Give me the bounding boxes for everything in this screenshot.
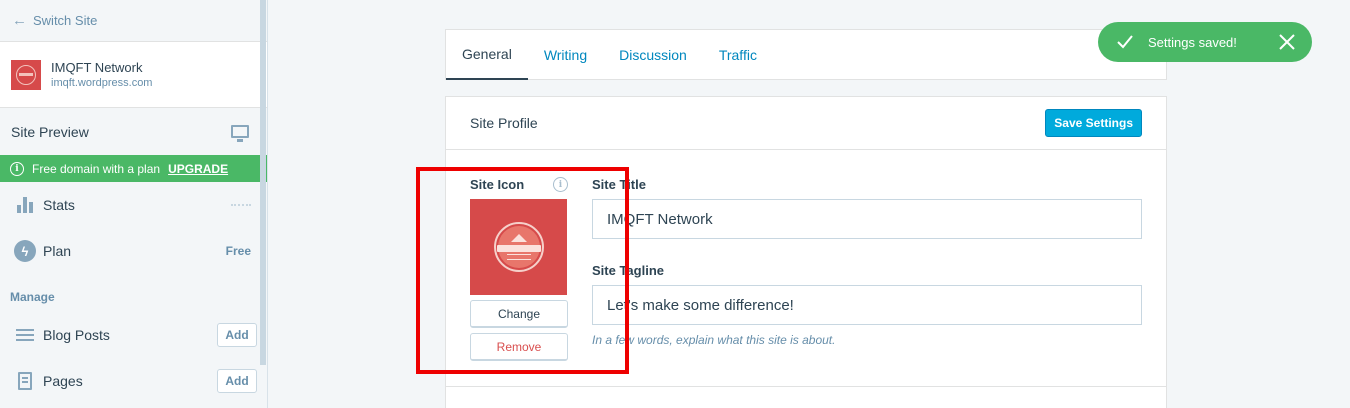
site-icon-section: Site Icon i Change Remove: [470, 177, 568, 361]
site-preview-label: Site Preview: [11, 123, 89, 140]
site-icon-preview: [470, 199, 567, 295]
site-logo-badge: [493, 222, 544, 272]
monitor-icon: [231, 125, 249, 142]
sidebar-item-label: Blog Posts: [43, 327, 110, 343]
switch-site-link[interactable]: ← Switch Site: [0, 0, 267, 42]
sidebar-item-label: Plan: [43, 243, 72, 259]
stats-sparkline: [231, 204, 251, 206]
manage-heading: Manage: [10, 290, 55, 304]
sidebar-item-stats[interactable]: Stats: [0, 182, 267, 228]
arrow-left-icon: ←: [12, 12, 27, 29]
site-preview-item[interactable]: Site Preview: [0, 108, 267, 155]
add-blog-post-button[interactable]: Add: [217, 323, 257, 347]
change-icon-button[interactable]: Change: [470, 300, 568, 328]
site-tagline-label: Site Tagline: [592, 263, 664, 278]
remove-icon-button[interactable]: Remove: [470, 333, 568, 361]
settings-tabs: General Writing Discussion Traffic: [445, 29, 1167, 80]
upgrade-promo-banner[interactable]: i Free domain with a plan UPGRADE: [0, 155, 267, 182]
card-header: Site Profile Save Settings: [446, 97, 1166, 150]
current-site-card[interactable]: IMQFT Network imqft.wordpress.com: [0, 42, 267, 108]
site-title-label: Site Title: [592, 177, 646, 192]
sidebar-item-blog-posts[interactable]: Blog Posts Add: [0, 312, 267, 358]
sidebar: ← Switch Site IMQFT Network imqft.wordpr…: [0, 0, 268, 408]
info-icon: i: [10, 161, 24, 176]
plan-badge: Free: [225, 244, 251, 258]
notice-text: Settings saved!: [1148, 34, 1237, 50]
site-fields: Site Title Site Tagline In a few words, …: [592, 177, 1142, 347]
info-icon[interactable]: i: [553, 177, 568, 192]
site-tagline-input[interactable]: [592, 285, 1142, 325]
site-name: IMQFT Network: [51, 59, 143, 75]
sidebar-item-label: Stats: [43, 197, 75, 213]
posts-icon: [14, 329, 36, 341]
close-icon[interactable]: [1278, 33, 1296, 51]
site-icon-label: Site Icon: [470, 177, 525, 192]
tagline-hint: In a few words, explain what this site i…: [592, 333, 836, 347]
switch-site-label: Switch Site: [33, 13, 98, 28]
site-profile-card: Site Profile Save Settings Site Icon i C…: [445, 96, 1167, 408]
pages-icon: [14, 372, 36, 390]
plan-icon: ϟ: [14, 240, 36, 262]
site-url: imqft.wordpress.com: [51, 76, 153, 89]
upgrade-link[interactable]: UPGRADE: [168, 162, 228, 176]
sidebar-item-pages[interactable]: Pages Add: [0, 358, 267, 404]
save-settings-button[interactable]: Save Settings: [1045, 109, 1142, 137]
card-title: Site Profile: [470, 115, 538, 131]
stats-icon: [14, 197, 36, 213]
sidebar-scrollbar[interactable]: [260, 0, 266, 365]
promo-text: Free domain with a plan: [32, 161, 161, 176]
settings-saved-notice: Settings saved!: [1098, 22, 1312, 62]
tab-traffic[interactable]: Traffic: [703, 30, 773, 80]
tab-discussion[interactable]: Discussion: [603, 30, 703, 80]
tab-general[interactable]: General: [446, 30, 528, 80]
site-title-input[interactable]: [592, 199, 1142, 239]
add-page-button[interactable]: Add: [217, 369, 257, 393]
checkmark-icon: [1117, 35, 1133, 49]
sidebar-item-label: Pages: [43, 373, 83, 389]
site-thumbnail: [11, 59, 41, 90]
tab-writing[interactable]: Writing: [528, 30, 603, 80]
sidebar-item-plan[interactable]: ϟ Plan Free: [0, 228, 267, 274]
divider: [446, 386, 1166, 387]
